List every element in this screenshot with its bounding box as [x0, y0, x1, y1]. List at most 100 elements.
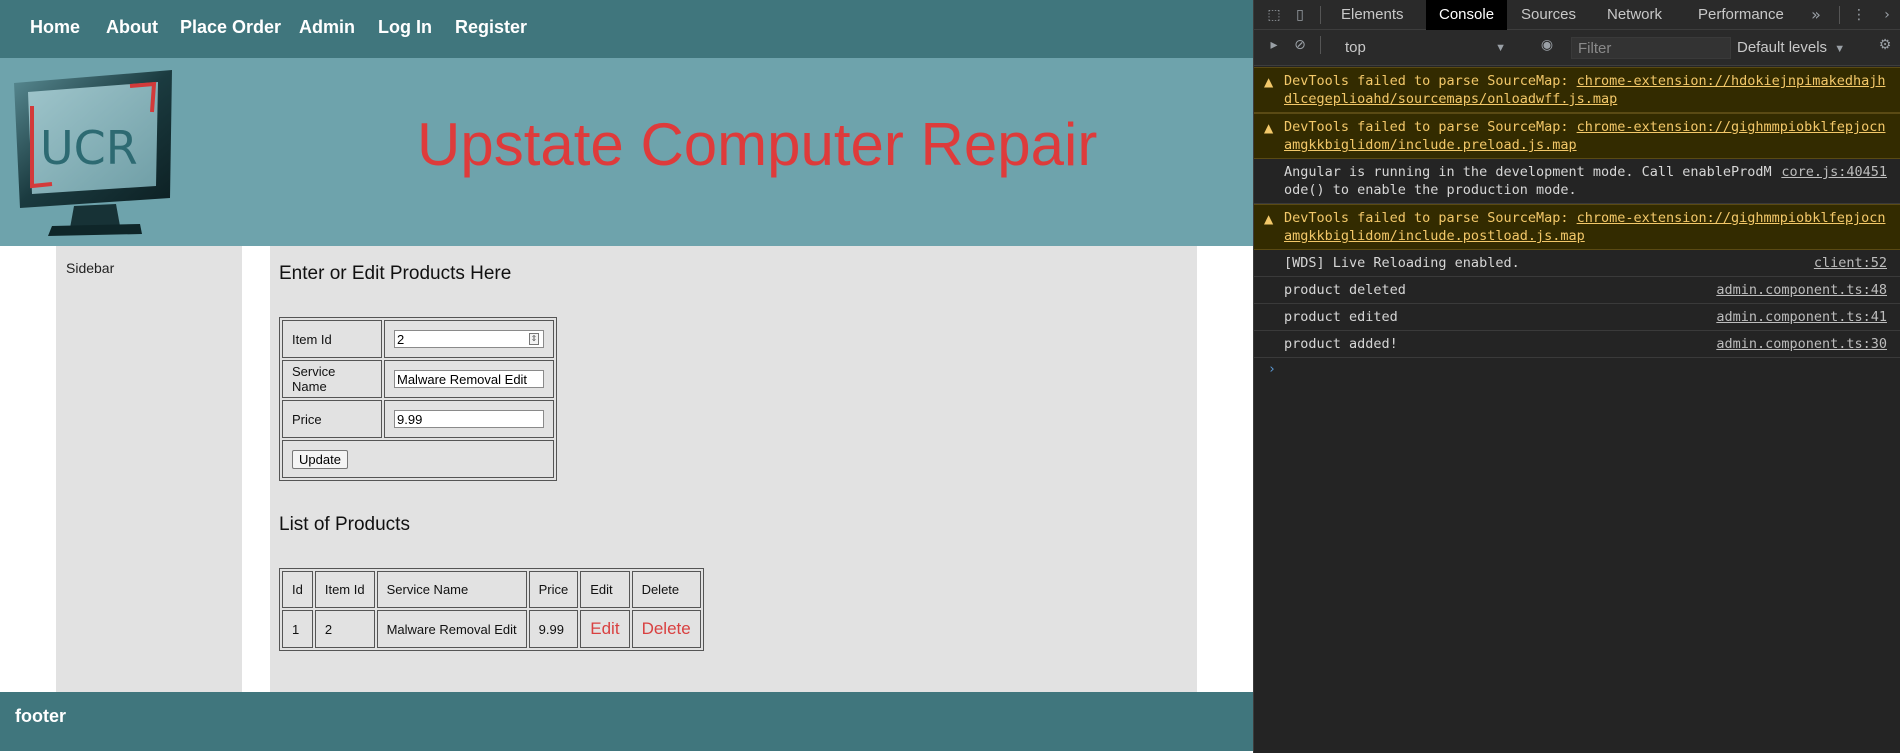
form-row-service-name: Service Name — [282, 360, 554, 398]
warning-icon: ▲ — [1264, 212, 1274, 226]
source-link[interactable]: core.js:40451 — [1781, 163, 1887, 181]
devtools-tabbar: ⬚ ▯ Elements Console Sources Network Per… — [1254, 0, 1900, 30]
site-footer: footer — [0, 692, 1253, 751]
cell-service-name: Malware Removal Edit — [376, 610, 527, 648]
console-message: ▲ DevTools failed to parse SourceMap: ch… — [1254, 204, 1900, 250]
clear-console-icon[interactable]: ⊘ — [1291, 36, 1309, 54]
tab-network[interactable]: Network — [1594, 0, 1675, 30]
cell-item-id: 2 — [314, 610, 375, 648]
kebab-menu-icon[interactable]: ⋮ — [1850, 6, 1868, 24]
warning-icon: ▲ — [1264, 75, 1274, 89]
logo-text: UCR — [40, 121, 138, 175]
live-expression-eye-icon[interactable]: ◉ — [1538, 36, 1556, 54]
console-message: product edited admin.component.ts:41 — [1254, 304, 1900, 331]
context-selector[interactable]: top ▼ — [1342, 38, 1510, 58]
service-name-input[interactable] — [394, 370, 544, 388]
message-text: [WDS] Live Reloading enabled. — [1284, 255, 1520, 271]
log-levels-dropdown[interactable]: Default levels ▼ — [1737, 38, 1845, 58]
item-id-input[interactable] — [394, 330, 544, 348]
console-settings-gear-icon[interactable]: ⚙ — [1876, 36, 1894, 54]
nav-admin-link[interactable]: Admin — [299, 17, 355, 38]
nav-home-link[interactable]: Home — [30, 17, 80, 38]
devtools-panel: ⬚ ▯ Elements Console Sources Network Per… — [1253, 0, 1900, 753]
price-label: Price — [282, 400, 382, 438]
inspect-element-icon[interactable]: ⬚ — [1265, 6, 1283, 24]
show-sidebar-icon[interactable]: ▸ — [1265, 36, 1283, 54]
site-title: Upstate Computer Repair — [417, 111, 1098, 178]
sidebar-label: Sidebar — [66, 260, 115, 276]
sidebar: Sidebar — [56, 246, 242, 692]
message-text: DevTools failed to parse SourceMap: — [1284, 210, 1577, 226]
form-row-price: Price — [282, 400, 554, 438]
device-toolbar-icon[interactable]: ▯ — [1291, 6, 1309, 24]
products-heading: List of Products — [279, 514, 410, 535]
products-table: Id Item Id Service Name Price Edit Delet… — [279, 568, 704, 651]
cell-edit: Edit — [580, 610, 630, 648]
console-messages: ▲ DevTools failed to parse SourceMap: ch… — [1254, 67, 1900, 382]
item-id-label: Item Id — [282, 320, 382, 358]
tab-elements[interactable]: Elements — [1328, 0, 1417, 30]
nav-register-link[interactable]: Register — [455, 17, 527, 38]
cell-delete: Delete — [631, 610, 701, 648]
console-toolbar: ▸ ⊘ top ▼ ◉ Default levels ▼ ⚙ — [1254, 30, 1900, 66]
console-message: product added! admin.component.ts:30 — [1254, 331, 1900, 358]
toolbar-divider — [1839, 6, 1840, 24]
console-message: ▲ DevTools failed to parse SourceMap: ch… — [1254, 113, 1900, 159]
top-navbar: Home About Place Order Admin Log In Regi… — [0, 0, 1253, 58]
update-cell: Update — [282, 440, 554, 478]
nav-log-in-link[interactable]: Log In — [378, 17, 432, 38]
console-message: product deleted admin.component.ts:48 — [1254, 277, 1900, 304]
levels-value: Default levels — [1737, 39, 1828, 56]
prompt-chevron-icon: › — [1268, 362, 1276, 377]
toolbar-divider — [1320, 36, 1321, 54]
more-tabs-icon[interactable]: » — [1807, 6, 1825, 24]
col-header-delete: Delete — [631, 571, 701, 608]
col-header-item-id: Item Id — [314, 571, 375, 608]
tab-sources[interactable]: Sources — [1508, 0, 1589, 30]
content-area: Sidebar Enter or Edit Products Here Item… — [0, 246, 1253, 692]
item-id-wrap: ⇕ — [394, 330, 544, 348]
form-row-update: Update — [282, 440, 554, 478]
table-row: 1 2 Malware Removal Edit 9.99 Edit Delet… — [282, 610, 701, 648]
chevron-down-icon: ▼ — [1834, 43, 1846, 55]
form-heading: Enter or Edit Products Here — [279, 263, 512, 284]
console-message: [WDS] Live Reloading enabled. client:52 — [1254, 250, 1900, 277]
toolbar-divider — [1320, 6, 1321, 24]
col-header-service-name: Service Name — [376, 571, 527, 608]
console-message: ▲ DevTools failed to parse SourceMap: ch… — [1254, 67, 1900, 113]
source-link[interactable]: admin.component.ts:48 — [1716, 281, 1887, 299]
ucr-monitor-logo: UCR — [14, 70, 172, 236]
cell-price: 9.99 — [528, 610, 579, 648]
message-text: DevTools failed to parse SourceMap: — [1284, 119, 1577, 135]
source-link[interactable]: admin.component.ts:41 — [1716, 308, 1887, 326]
edit-link[interactable]: Edit — [590, 619, 619, 638]
tab-console[interactable]: Console — [1426, 0, 1508, 30]
service-name-cell — [384, 360, 554, 398]
col-header-price: Price — [528, 571, 579, 608]
nav-place-order-link[interactable]: Place Order — [180, 17, 281, 38]
service-name-label: Service Name — [282, 360, 382, 398]
product-edit-form: Item Id ⇕ Service Name Price — [279, 317, 557, 481]
nav-about-link[interactable]: About — [106, 17, 158, 38]
web-page: Home About Place Order Admin Log In Regi… — [0, 0, 1253, 753]
close-devtools-icon[interactable]: › — [1878, 6, 1896, 24]
source-link[interactable]: client:52 — [1814, 254, 1887, 272]
table-header-row: Id Item Id Service Name Price Edit Delet… — [282, 571, 701, 608]
tab-performance[interactable]: Performance — [1685, 0, 1797, 30]
message-text: DevTools failed to parse SourceMap: — [1284, 73, 1577, 89]
spinner-icon[interactable]: ⇕ — [529, 333, 539, 345]
footer-text: footer — [15, 706, 66, 726]
console-message: Angular is running in the development mo… — [1254, 159, 1900, 204]
delete-link[interactable]: Delete — [642, 619, 691, 638]
update-button[interactable]: Update — [292, 449, 348, 469]
price-input[interactable] — [394, 410, 544, 428]
form-row-item-id: Item Id ⇕ — [282, 320, 554, 358]
col-header-edit: Edit — [580, 571, 630, 608]
console-prompt[interactable]: › — [1254, 358, 1900, 382]
site-banner: UCR Upstate Computer Repair — [0, 58, 1253, 246]
source-link[interactable]: admin.component.ts:30 — [1716, 335, 1887, 353]
chevron-down-icon: ▼ — [1495, 42, 1506, 54]
warning-icon: ▲ — [1264, 121, 1274, 135]
console-filter-input[interactable] — [1571, 37, 1731, 59]
col-header-id: Id — [282, 571, 313, 608]
